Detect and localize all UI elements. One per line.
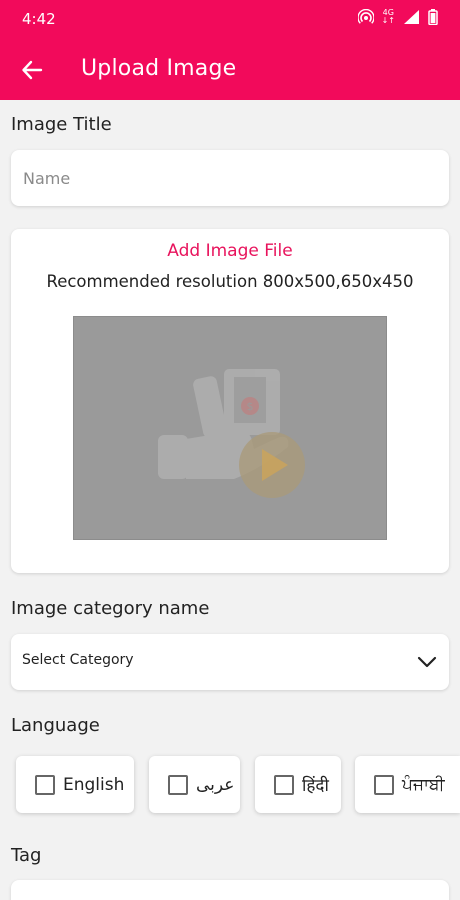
language-option-english[interactable]: English <box>16 756 134 813</box>
battery-icon <box>428 9 438 25</box>
add-image-file-button[interactable]: Add Image File <box>11 241 449 261</box>
app-bar: 4:42 4G ↓↑ Upload Image <box>0 0 460 100</box>
language-option-label: عربى <box>196 774 235 795</box>
svg-text:$: $ <box>247 400 254 413</box>
back-button[interactable] <box>18 56 46 84</box>
image-title-card <box>11 150 449 206</box>
upload-placeholder-icon: $ <box>158 369 305 498</box>
image-preview[interactable]: $ <box>73 316 387 540</box>
language-option-label: हिंदी <box>302 776 329 796</box>
language-label: Language <box>11 715 100 736</box>
data-arrows-icon: ↓↑ <box>381 16 395 25</box>
network-type: 4G ↓↑ <box>381 8 395 25</box>
tag-label: Tag <box>11 845 42 866</box>
checkbox[interactable] <box>35 774 55 795</box>
signal-icon <box>404 10 419 24</box>
image-name-input[interactable] <box>11 150 449 206</box>
language-option-label: English <box>63 774 125 795</box>
category-selected-value: Select Category <box>22 652 134 668</box>
language-option-hindi[interactable]: हिंदी <box>255 756 341 813</box>
checkbox[interactable] <box>168 774 188 795</box>
language-option-punjabi[interactable]: ਪੰਜਾਬੀ <box>355 756 460 813</box>
language-option-label: ਪੰਜਾਬੀ <box>402 774 445 795</box>
category-select[interactable]: Select Category <box>11 634 449 690</box>
image-title-label: Image Title <box>11 114 112 135</box>
recommended-resolution-text: Recommended resolution 800x500,650x450 <box>46 272 414 291</box>
category-label: Image category name <box>11 598 210 619</box>
upload-card: Add Image File Recommended resolution 80… <box>11 229 449 573</box>
checkbox[interactable] <box>374 774 394 795</box>
hotspot-icon <box>357 9 374 24</box>
status-time: 4:42 <box>22 10 56 28</box>
tag-input-card[interactable] <box>11 880 449 900</box>
chevron-down-icon <box>417 656 437 668</box>
status-icons: 4G ↓↑ <box>357 8 438 25</box>
checkbox[interactable] <box>274 774 294 795</box>
page-title: Upload Image <box>81 56 237 81</box>
language-option-arabic[interactable]: عربى <box>149 756 240 813</box>
arrow-left-icon <box>22 60 43 80</box>
